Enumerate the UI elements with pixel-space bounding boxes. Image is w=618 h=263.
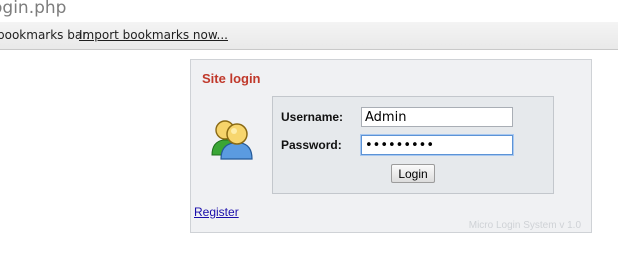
login-title: Site login: [202, 71, 261, 86]
address-bar[interactable]: ogin.php: [0, 0, 618, 23]
username-field[interactable]: [361, 107, 513, 127]
version-text: Micro Login System v 1.0: [468, 220, 581, 231]
register-link[interactable]: Register: [194, 205, 239, 219]
import-bookmarks-link[interactable]: Import bookmarks now...: [79, 28, 228, 42]
password-label: Password:: [281, 138, 342, 152]
username-label: Username:: [281, 110, 344, 124]
login-button[interactable]: Login: [391, 164, 435, 183]
login-box: Site login Username: Password: Login Reg…: [190, 59, 592, 233]
login-form: Username: Password: Login: [272, 96, 554, 194]
bookmarks-bar: bookmarks bar. Import bookmarks now...: [0, 22, 618, 50]
password-field[interactable]: [361, 135, 513, 155]
user-group-icon: [211, 120, 253, 160]
address-text[interactable]: ogin.php: [0, 0, 66, 18]
bookmarks-bar-message: bookmarks bar.: [0, 28, 90, 42]
